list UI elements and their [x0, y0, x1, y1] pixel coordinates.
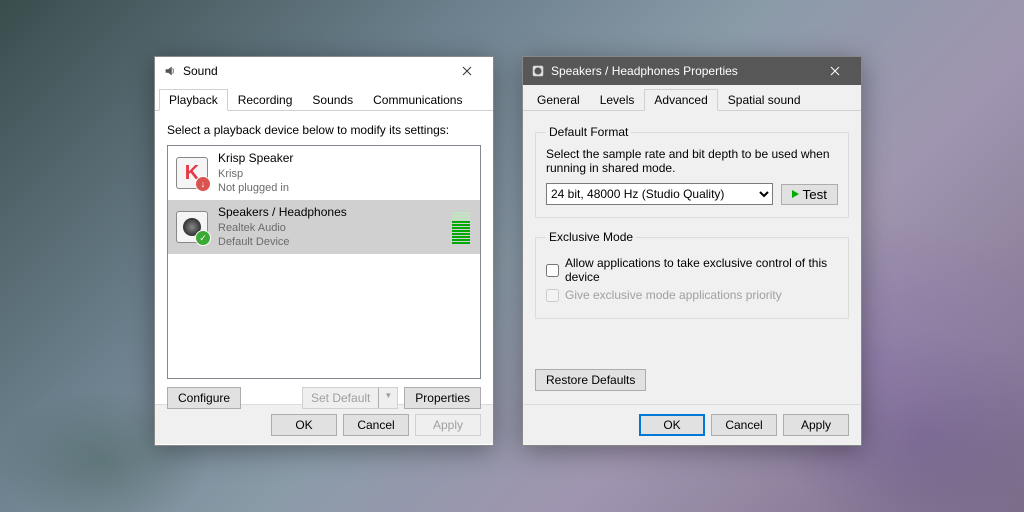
- default-format-group: Default Format Select the sample rate an…: [535, 125, 849, 218]
- set-default-button[interactable]: Set Default ▼: [302, 387, 398, 409]
- playback-panel: Select a playback device below to modify…: [155, 111, 493, 404]
- sound-dialog: Sound Playback Recording Sounds Communic…: [154, 56, 494, 446]
- cancel-button[interactable]: Cancel: [343, 414, 409, 436]
- tab-levels[interactable]: Levels: [590, 89, 645, 110]
- device-name: Speakers / Headphones: [218, 205, 442, 221]
- set-default-label: Set Default: [303, 388, 378, 408]
- sound-icon: [163, 64, 177, 78]
- device-status: Not plugged in: [218, 181, 472, 195]
- default-format-desc: Select the sample rate and bit depth to …: [546, 147, 838, 175]
- tab-spatial[interactable]: Spatial sound: [718, 89, 811, 110]
- test-label: Test: [803, 187, 827, 202]
- tab-sounds[interactable]: Sounds: [302, 89, 363, 110]
- restore-defaults-button[interactable]: Restore Defaults: [535, 369, 646, 391]
- device-driver: Krisp: [218, 167, 472, 181]
- device-list[interactable]: K ↓ Krisp Speaker Krisp Not plugged in ✓…: [167, 145, 481, 379]
- tab-communications[interactable]: Communications: [363, 89, 472, 110]
- dialog-footer: OK Cancel Apply: [523, 404, 861, 444]
- tab-strip: Playback Recording Sounds Communications: [155, 85, 493, 111]
- krisp-icon: K ↓: [176, 157, 208, 189]
- properties-button[interactable]: Properties: [404, 387, 481, 409]
- device-driver: Realtek Audio: [218, 221, 442, 235]
- speaker-properties-dialog: Speakers / Headphones Properties General…: [522, 56, 862, 446]
- exclusive-control-checkbox[interactable]: [546, 264, 559, 277]
- tab-recording[interactable]: Recording: [228, 89, 303, 110]
- device-item-krisp[interactable]: K ↓ Krisp Speaker Krisp Not plugged in: [168, 146, 480, 200]
- device-text: Krisp Speaker Krisp Not plugged in: [218, 151, 472, 195]
- device-text: Speakers / Headphones Realtek Audio Defa…: [218, 205, 442, 249]
- exclusive-mode-group: Exclusive Mode Allow applications to tak…: [535, 230, 849, 319]
- format-select[interactable]: 24 bit, 48000 Hz (Studio Quality): [546, 183, 773, 205]
- tab-general[interactable]: General: [527, 89, 590, 110]
- exclusive-priority-checkbox: [546, 289, 559, 302]
- tab-advanced[interactable]: Advanced: [644, 89, 717, 111]
- device-actions: Configure Set Default ▼ Properties: [167, 387, 481, 409]
- apply-button[interactable]: Apply: [415, 414, 481, 436]
- titlebar: Sound: [155, 57, 493, 85]
- window-title: Sound: [183, 64, 447, 78]
- advanced-panel: Default Format Select the sample rate an…: [523, 111, 861, 404]
- dialog-footer: OK Cancel Apply: [155, 404, 493, 444]
- tab-strip: General Levels Advanced Spatial sound: [523, 85, 861, 111]
- default-badge-icon: ✓: [195, 230, 211, 246]
- level-meter: [452, 210, 470, 244]
- test-button[interactable]: Test: [781, 184, 838, 205]
- tab-playback[interactable]: Playback: [159, 89, 228, 111]
- device-item-speakers[interactable]: ✓ Speakers / Headphones Realtek Audio De…: [168, 200, 480, 254]
- speaker-icon: ✓: [176, 211, 208, 243]
- close-button[interactable]: [815, 59, 855, 83]
- unplugged-badge-icon: ↓: [195, 176, 211, 192]
- device-name: Krisp Speaker: [218, 151, 472, 167]
- instruction-text: Select a playback device below to modify…: [167, 123, 481, 137]
- exclusive-control-option[interactable]: Allow applications to take exclusive con…: [546, 256, 838, 284]
- exclusive-mode-legend: Exclusive Mode: [546, 230, 636, 244]
- play-icon: [792, 190, 799, 198]
- exclusive-priority-option: Give exclusive mode applications priorit…: [546, 288, 838, 302]
- speaker-icon: [531, 64, 545, 78]
- device-status: Default Device: [218, 235, 442, 249]
- ok-button[interactable]: OK: [639, 414, 705, 436]
- titlebar: Speakers / Headphones Properties: [523, 57, 861, 85]
- close-button[interactable]: [447, 59, 487, 83]
- exclusive-priority-label: Give exclusive mode applications priorit…: [565, 288, 782, 302]
- exclusive-control-label: Allow applications to take exclusive con…: [565, 256, 838, 284]
- window-title: Speakers / Headphones Properties: [551, 64, 815, 78]
- cancel-button[interactable]: Cancel: [711, 414, 777, 436]
- chevron-down-icon: ▼: [378, 388, 397, 408]
- ok-button[interactable]: OK: [271, 414, 337, 436]
- apply-button[interactable]: Apply: [783, 414, 849, 436]
- default-format-legend: Default Format: [546, 125, 631, 139]
- configure-button[interactable]: Configure: [167, 387, 241, 409]
